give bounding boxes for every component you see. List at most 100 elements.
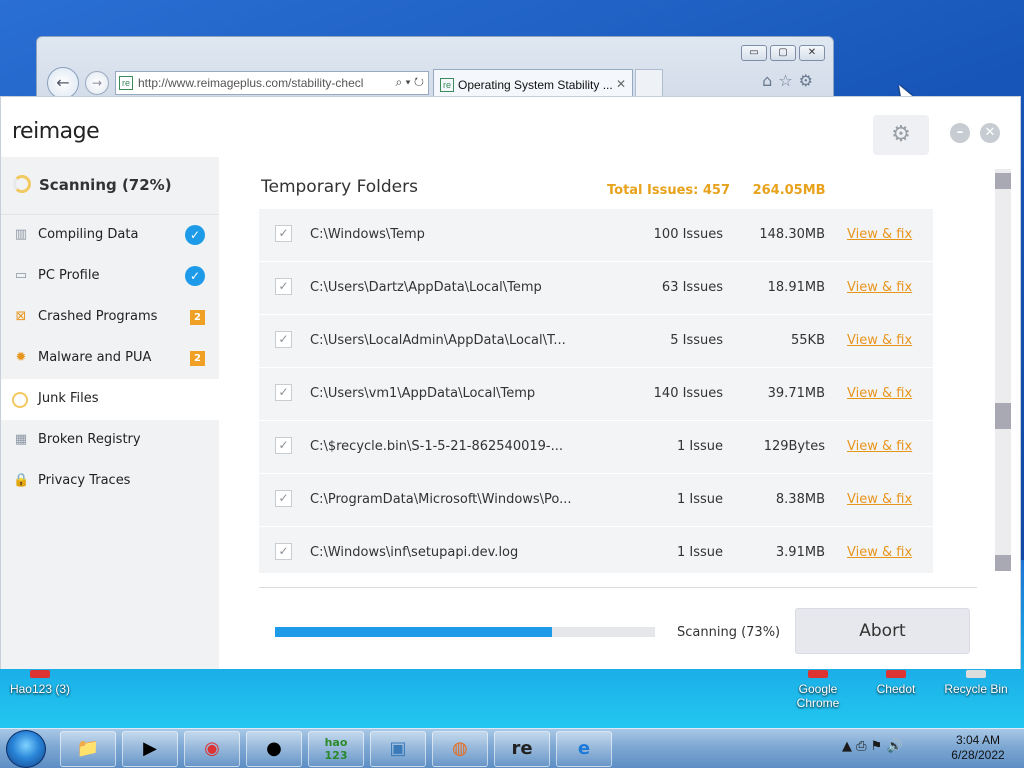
spinner-ring-icon <box>12 392 28 408</box>
address-bar[interactable]: re http://www.reimageplus.com/stability-… <box>115 71 429 95</box>
desktop-icon-hao123[interactable]: Hao123 (3) <box>0 670 80 696</box>
desktop-icon-label: Recycle Bin <box>944 682 1008 696</box>
gear-icon: ⚙ <box>891 122 911 147</box>
desktop-icon-google-chrome[interactable]: Google Chrome <box>778 670 858 710</box>
row-path: C:\Users\LocalAdmin\AppData\Local\T... <box>310 333 566 348</box>
gear-icon[interactable]: ⚙ <box>799 71 819 90</box>
sidebar-item-pc-profile[interactable]: ▭ PC Profile ✓ <box>1 256 219 297</box>
star-icon[interactable]: ☆ <box>778 71 798 90</box>
issue-row: ✓ C:\Windows\inf\setupapi.dev.log 1 Issue 3… <box>259 527 933 573</box>
desktop-icon-label: Chedot <box>876 682 916 696</box>
firefox-icon: ◍ <box>452 738 468 759</box>
sidebar-item-compiling-data[interactable]: ▥ Compiling Data ✓ <box>1 215 219 256</box>
home-icon[interactable]: ⌂ <box>762 71 778 90</box>
browser-tools: ⌂☆⚙ <box>762 71 819 90</box>
row-issues: 1 Issue <box>676 439 723 454</box>
row-checkbox[interactable]: ✓ <box>275 384 292 401</box>
taskbar-hao123[interactable]: hao 123 <box>308 731 364 767</box>
row-checkbox[interactable]: ✓ <box>275 278 292 295</box>
row-path: C:\ProgramData\Microsoft\Windows\Po... <box>310 492 572 507</box>
minimize-app-button[interactable]: – <box>950 123 970 143</box>
app-header: reimage ⚙ – ✕ <box>1 97 1020 157</box>
row-checkbox[interactable]: ✓ <box>275 331 292 348</box>
taskbar-bird[interactable]: ● <box>246 731 302 767</box>
sidebar-item-crashed-programs[interactable]: ⊠ Crashed Programs 2 <box>1 297 219 338</box>
count-badge: 2 <box>190 351 205 366</box>
row-path: C:\Users\Dartz\AppData\Local\Temp <box>310 280 542 295</box>
divider <box>259 587 977 588</box>
scroll-down-arrow[interactable] <box>995 555 1011 571</box>
sidebar-item-privacy-traces[interactable]: 🔒 Privacy Traces <box>1 461 219 502</box>
start-button[interactable] <box>6 730 46 768</box>
clock[interactable]: 3:04 AM 6/28/2022 <box>940 733 1016 763</box>
taskbar: 📁 ▶ ◉ ● hao 123 ▣ ◍ re e ▲ ⎙ ⚑ 🔊 3:04 AM… <box>0 728 1024 768</box>
checkmark-icon: ✓ <box>185 225 205 245</box>
row-checkbox[interactable]: ✓ <box>275 490 292 507</box>
minimize-button[interactable]: ▭ <box>741 45 767 61</box>
row-checkbox[interactable]: ✓ <box>275 437 292 454</box>
view-and-fix-link[interactable]: View & fix <box>847 227 912 242</box>
new-tab-button[interactable] <box>635 69 663 99</box>
row-checkbox[interactable]: ✓ <box>275 543 292 560</box>
sidebar-item-junk-files[interactable]: Junk Files <box>1 379 219 420</box>
explorer-icon: 📁 <box>76 738 100 759</box>
recycle-bin-icon <box>966 670 986 678</box>
view-and-fix-link[interactable]: View & fix <box>847 439 912 454</box>
hao123-icon: hao 123 <box>324 736 348 762</box>
view-and-fix-link[interactable]: View & fix <box>847 492 912 507</box>
bug-icon: ✹ <box>15 350 27 365</box>
taskbar-chrome[interactable]: ◉ <box>184 731 240 767</box>
scan-status: Scanning (72%) <box>1 157 219 215</box>
row-checkbox[interactable]: ✓ <box>275 225 292 242</box>
scroll-thumb[interactable] <box>995 403 1011 429</box>
sidebar-item-broken-registry[interactable]: ▦ Broken Registry <box>1 420 219 461</box>
browser-tab[interactable]: re Operating System Stability ... ✕ <box>433 69 633 99</box>
view-and-fix-link[interactable]: View & fix <box>847 545 912 560</box>
tray-icons: ▲ ⎙ ⚑ 🔊 <box>842 739 903 754</box>
tab-title: Operating System Stability ... <box>458 78 613 92</box>
lock-icon: 🔒 <box>13 473 30 488</box>
desktop-icon-recycle-bin[interactable]: Recycle Bin <box>936 670 1016 696</box>
abort-button[interactable]: Abort <box>795 608 970 654</box>
scroll-up-arrow[interactable] <box>995 173 1011 189</box>
row-path: C:\Windows\inf\setupapi.dev.log <box>310 545 519 560</box>
taskbar-reimage[interactable]: re <box>494 731 550 767</box>
clock-time: 3:04 AM <box>955 733 1001 747</box>
chedot-icon <box>886 670 906 678</box>
row-issues: 1 Issue <box>676 545 723 560</box>
issue-row: ✓ C:\Users\vm1\AppData\Local\Temp 140 Issu… <box>259 368 933 421</box>
taskbar-cubes[interactable]: ▣ <box>370 731 426 767</box>
forward-button[interactable]: → <box>85 71 109 95</box>
close-window-button[interactable]: ✕ <box>799 45 825 61</box>
forward-arrow-icon: → <box>91 76 103 90</box>
taskbar-explorer[interactable]: 📁 <box>60 731 116 767</box>
registry-icon: ▦ <box>14 432 28 447</box>
desktop-icon-chedot[interactable]: Chedot <box>856 670 936 696</box>
system-tray[interactable]: ▲ ⎙ ⚑ 🔊 <box>842 739 903 754</box>
row-path: C:\$recycle.bin\S-1-5-21-862540019-... <box>310 439 564 454</box>
taskbar-ie[interactable]: e <box>556 731 612 767</box>
sidebar-item-malware-and-pua[interactable]: ✹ Malware and PUA 2 <box>1 338 219 379</box>
view-and-fix-link[interactable]: View & fix <box>847 333 912 348</box>
taskbar-media[interactable]: ▶ <box>122 731 178 767</box>
tab-close-icon[interactable]: ✕ <box>616 77 626 91</box>
back-button[interactable]: ← <box>47 67 79 99</box>
address-tools[interactable]: ⌕ ▾ ↻ <box>391 75 424 90</box>
main-panel: Temporary Folders Total Issues: 457 264.… <box>219 157 1020 669</box>
scrollbar[interactable] <box>995 169 1011 571</box>
close-app-button[interactable]: ✕ <box>980 123 1000 143</box>
row-issues: 1 Issue <box>676 492 723 507</box>
row-path: C:\Users\vm1\AppData\Local\Temp <box>310 386 536 401</box>
sidebar-item-label: Junk Files <box>38 391 99 406</box>
maximize-button[interactable]: ▢ <box>770 45 796 61</box>
view-and-fix-link[interactable]: View & fix <box>847 386 912 401</box>
media-icon: ▶ <box>143 738 157 759</box>
taskbar-firefox[interactable]: ◍ <box>432 731 488 767</box>
view-and-fix-link[interactable]: View & fix <box>847 280 912 295</box>
settings-button[interactable]: ⚙ <box>873 115 929 155</box>
sidebar-item-label: Broken Registry <box>38 432 141 447</box>
row-issues: 5 Issues <box>670 333 723 348</box>
row-path: C:\Windows\Temp <box>310 227 425 242</box>
sidebar-item-label: Privacy Traces <box>38 473 131 488</box>
row-size: 129Bytes <box>763 439 825 454</box>
